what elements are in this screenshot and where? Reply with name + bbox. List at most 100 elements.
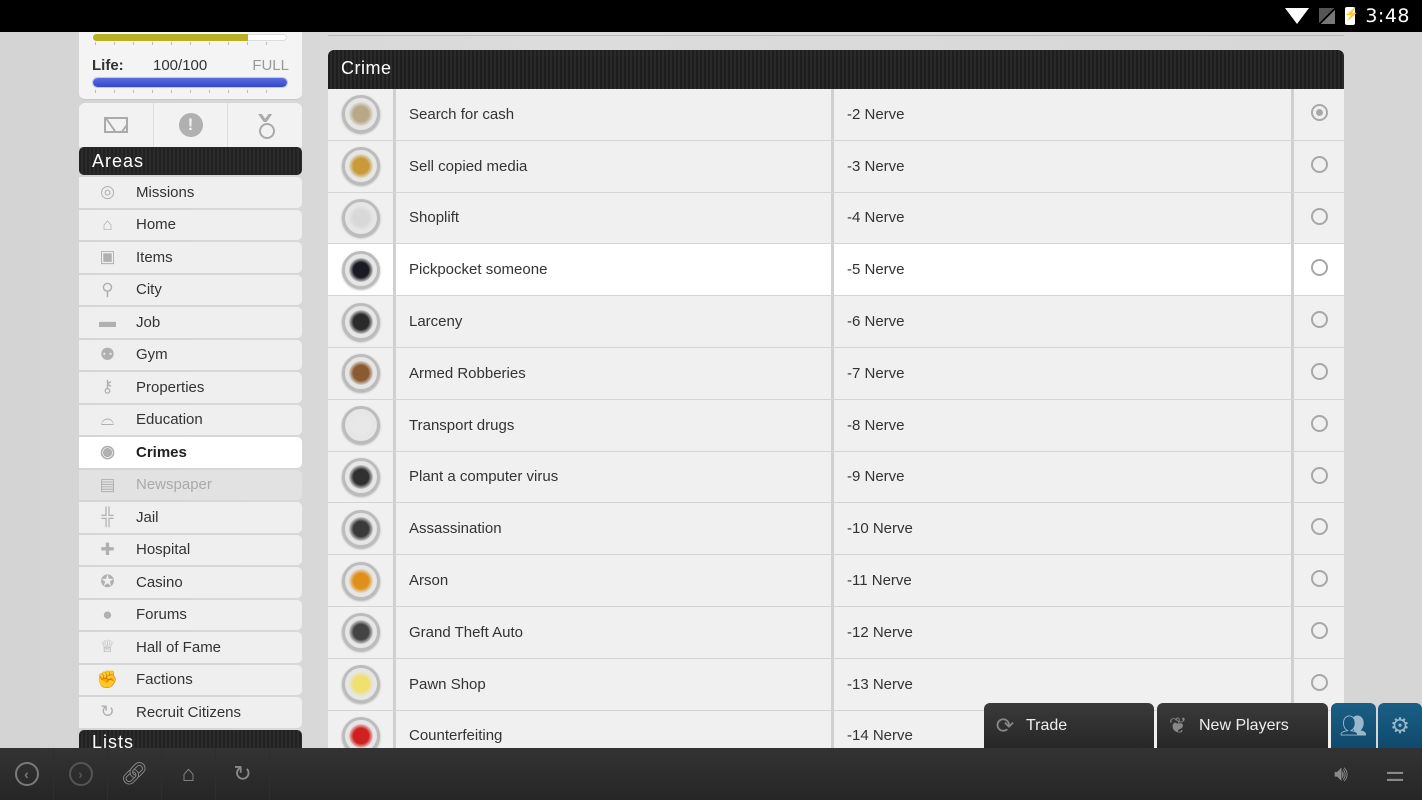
sidebar-item-label: Factions bbox=[136, 671, 193, 689]
crime-radio-cell bbox=[1294, 659, 1344, 710]
fingerprint-icon: ◉ bbox=[100, 442, 115, 462]
crime-select-radio[interactable] bbox=[1310, 311, 1328, 329]
graduation-cap-icon: ⌓ bbox=[100, 409, 115, 429]
volume-icon: 🔊︎ bbox=[1334, 761, 1348, 786]
crime-row[interactable]: Pickpocket someone -5 Nerve bbox=[328, 244, 1344, 297]
crime-radio-cell bbox=[1294, 452, 1344, 503]
crime-select-radio[interactable] bbox=[1310, 362, 1328, 380]
new-players-tab[interactable]: ❦ New Players bbox=[1157, 703, 1328, 748]
trade-label: Trade bbox=[1026, 716, 1068, 734]
crime-select-radio[interactable] bbox=[1310, 621, 1328, 639]
floppy-disk-icon bbox=[341, 457, 380, 496]
crime-row[interactable]: Transport drugs -8 Nerve bbox=[328, 399, 1344, 452]
sidebar-item-factions[interactable]: ✊ Factions bbox=[79, 664, 302, 695]
briefcase-icon: ▬ bbox=[99, 312, 116, 332]
crime-select-radio[interactable] bbox=[1310, 673, 1328, 691]
sidebar-item-missions[interactable]: ◎ Missions bbox=[79, 177, 302, 208]
sidebar-item-hall-of-fame[interactable]: ♕ Hall of Fame bbox=[79, 632, 302, 663]
weightlifter-icon: ⚉ bbox=[99, 344, 116, 364]
sidebar-item-education[interactable]: ⌓ Education bbox=[79, 404, 302, 435]
sidebar-item-forums[interactable]: ● Forums bbox=[79, 599, 302, 630]
crime-select-radio[interactable] bbox=[1310, 207, 1328, 225]
sidebar-item-home[interactable]: ⌂ Home bbox=[79, 209, 302, 240]
sidebar-item-crimes[interactable]: ◉ Crimes bbox=[79, 437, 302, 468]
gear-icon: ⚙ bbox=[1390, 712, 1410, 738]
crime-select-radio[interactable] bbox=[1310, 466, 1328, 484]
crime-select-radio[interactable] bbox=[1310, 259, 1328, 277]
crime-name: Pickpocket someone bbox=[396, 244, 834, 296]
sidebar-item-city[interactable]: ⚲ City bbox=[79, 274, 302, 305]
crime-nerve-cost: -13 Nerve bbox=[834, 658, 1294, 710]
areas-header: Areas bbox=[79, 147, 302, 175]
crime-nerve-cost: -8 Nerve bbox=[834, 399, 1294, 451]
crime-row[interactable]: Shoplift -4 Nerve bbox=[328, 192, 1344, 245]
life-bar bbox=[93, 78, 287, 87]
friends-button[interactable]: 👥︎ bbox=[1331, 703, 1376, 748]
settings-button[interactable]: ⚙ bbox=[1378, 703, 1422, 748]
messages-button[interactable] bbox=[79, 103, 154, 147]
equalizer-icon: ⚌ bbox=[1385, 761, 1405, 786]
crime-icon-cell bbox=[328, 658, 396, 710]
crime-row[interactable]: Search for cash -2 Nerve bbox=[328, 89, 1344, 141]
sidebar-item-items[interactable]: ▣ Items bbox=[79, 242, 302, 273]
crime-row[interactable]: Assassination -10 Nerve bbox=[328, 503, 1344, 556]
crime-nerve-cost: -7 Nerve bbox=[834, 347, 1294, 399]
crime-icon-cell bbox=[328, 503, 396, 555]
crime-select-radio[interactable] bbox=[1310, 518, 1328, 536]
sidebar-item-casino[interactable]: ✪ Casino bbox=[79, 567, 302, 598]
sidebar-item-hospital[interactable]: ✚ Hospital bbox=[79, 534, 302, 565]
crime-radio-cell bbox=[1294, 296, 1344, 347]
crime-name: Assassination bbox=[396, 503, 834, 555]
crime-row[interactable]: Grand Theft Auto -12 Nerve bbox=[328, 606, 1344, 659]
crime-name: Sell copied media bbox=[396, 140, 834, 192]
crime-radio-cell bbox=[1294, 503, 1344, 554]
crime-row[interactable]: Plant a computer virus -9 Nerve bbox=[328, 451, 1344, 504]
crime-row[interactable]: Arson -11 Nerve bbox=[328, 555, 1344, 607]
crime-nerve-cost: -12 Nerve bbox=[834, 606, 1294, 658]
back-button[interactable]: ‹ bbox=[0, 748, 54, 800]
sidebar-item-recruit-citizens[interactable]: ↻ Recruit Citizens bbox=[79, 697, 302, 728]
crime-radio-cell bbox=[1294, 607, 1344, 658]
link-button[interactable]: 🔗︎ bbox=[108, 748, 162, 800]
sidebar-item-properties[interactable]: ⚷ Properties bbox=[79, 372, 302, 403]
back-icon: ‹ bbox=[14, 762, 39, 786]
crime-select-radio[interactable] bbox=[1310, 570, 1328, 588]
volume-button[interactable]: 🔊︎ bbox=[1314, 748, 1368, 800]
crime-row[interactable]: Armed Robberies -7 Nerve bbox=[328, 347, 1344, 400]
crime-name: Search for cash bbox=[396, 89, 834, 140]
crime-row[interactable]: Larceny -6 Nerve bbox=[328, 296, 1344, 348]
cash-icon bbox=[341, 95, 380, 134]
mask-icon-glyph bbox=[348, 309, 373, 334]
energy-bar-fill bbox=[93, 34, 249, 41]
crime-radio-cell bbox=[1294, 400, 1344, 451]
crime-row[interactable]: Sell copied media -3 Nerve bbox=[328, 140, 1344, 193]
crime-select-radio[interactable] bbox=[1310, 414, 1328, 432]
refresh-button[interactable]: ↻ bbox=[216, 748, 270, 800]
events-button[interactable]: ! bbox=[154, 103, 229, 147]
sticky-note-icon-glyph bbox=[348, 672, 373, 697]
sidebar-item-label: Missions bbox=[136, 183, 195, 201]
crime-icon-cell bbox=[328, 140, 396, 192]
equalizer-button[interactable]: ⚌ bbox=[1368, 748, 1422, 800]
awards-button[interactable] bbox=[228, 103, 302, 147]
hooded-figure-icon bbox=[341, 250, 380, 289]
crime-name: Arson bbox=[396, 555, 834, 606]
crime-panel: Crime Search for cash -2 Nerve Sell copied… bbox=[328, 50, 1344, 763]
trade-tab[interactable]: ⟳ Trade bbox=[984, 703, 1154, 748]
crime-select-radio[interactable] bbox=[1310, 104, 1328, 121]
mask-icon bbox=[341, 302, 380, 341]
sidebar-item-jail[interactable]: ╬ Jail bbox=[79, 502, 302, 533]
trophy-icon: ♕ bbox=[99, 637, 116, 657]
sticky-note-icon bbox=[341, 665, 380, 704]
home-button[interactable]: ⌂ bbox=[162, 748, 216, 800]
divider bbox=[328, 35, 1344, 36]
crime-icon-cell bbox=[328, 347, 396, 399]
sidebar-item-label: Forums bbox=[136, 606, 187, 624]
sidebar-item-job[interactable]: ▬ Job bbox=[79, 307, 302, 338]
crime-select-radio[interactable] bbox=[1310, 155, 1328, 173]
link-icon: 🔗︎ bbox=[120, 761, 149, 786]
sidebar-item-gym[interactable]: ⚉ Gym bbox=[79, 339, 302, 370]
forward-button[interactable]: › bbox=[54, 748, 108, 800]
cash-icon-glyph bbox=[348, 102, 373, 127]
recycle-icon: ↻ bbox=[100, 702, 115, 722]
